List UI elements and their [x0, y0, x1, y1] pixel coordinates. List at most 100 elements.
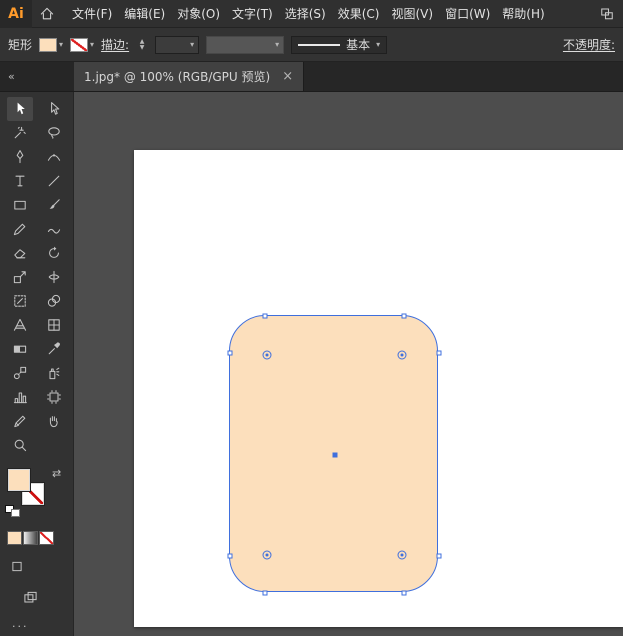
- opacity-label[interactable]: 不透明度:: [563, 36, 615, 53]
- perspective-grid-tool[interactable]: [7, 313, 33, 337]
- symbol-sprayer-tool[interactable]: [41, 361, 67, 385]
- zoom-tool[interactable]: [7, 433, 33, 457]
- shape-builder-tool[interactable]: [41, 289, 67, 313]
- fill-stroke-control: ⇄: [0, 467, 73, 519]
- anchor-point[interactable]: [401, 313, 407, 319]
- brush-definition-label: 基本: [346, 38, 371, 52]
- type-tool[interactable]: [7, 169, 33, 193]
- chevron-down-icon[interactable]: ▾: [90, 40, 94, 49]
- shaper-tool[interactable]: [41, 217, 67, 241]
- brush-definition-dropdown[interactable]: 基本 ▾: [291, 35, 388, 54]
- drawing-mode-button[interactable]: [9, 559, 73, 574]
- live-corner-widget[interactable]: [397, 350, 407, 360]
- fill-color-control[interactable]: ▾: [39, 37, 63, 52]
- shape-builder-tool-icon: [47, 294, 60, 307]
- fill-color-swatch[interactable]: [39, 37, 58, 52]
- screen-mode-icon: [24, 591, 37, 603]
- document-tab[interactable]: 1.jpg* @ 100% (RGB/GPU 预览) ×: [74, 62, 305, 91]
- anchor-point[interactable]: [227, 553, 233, 559]
- none-button[interactable]: [39, 531, 54, 545]
- rectangle-tool[interactable]: [7, 193, 33, 217]
- stroke-weight-stepper[interactable]: ▲ ▼: [136, 38, 148, 51]
- swap-fill-stroke-icon[interactable]: ⇄: [52, 467, 61, 480]
- collapse-panel-icon[interactable]: «: [0, 62, 74, 91]
- eyedropper-tool[interactable]: [41, 337, 67, 361]
- gradient-tool[interactable]: [7, 337, 33, 361]
- menu-item[interactable]: 文字(T): [226, 0, 279, 28]
- live-corner-widget[interactable]: [262, 350, 272, 360]
- stroke-weight-dropdown[interactable]: ▾: [155, 35, 200, 54]
- gradient-tool-icon: [13, 345, 26, 353]
- arrange-documents-icon[interactable]: [599, 6, 615, 21]
- rectangle-tool-icon: [13, 200, 26, 210]
- screen-mode-button[interactable]: [22, 590, 73, 606]
- selection-tool[interactable]: [6, 97, 33, 121]
- rotate-tool[interactable]: [41, 241, 67, 265]
- home-icon[interactable]: [32, 0, 62, 28]
- direct-selection-tool[interactable]: [41, 97, 67, 121]
- chevron-down-icon: ▾: [190, 40, 195, 49]
- menu-item[interactable]: 视图(V): [385, 0, 439, 28]
- stroke-weight-label[interactable]: 描边:: [101, 36, 129, 53]
- lasso-tool[interactable]: [41, 121, 67, 145]
- column-graph-tool[interactable]: [7, 385, 33, 409]
- tab-close-icon[interactable]: ×: [282, 69, 293, 84]
- menu-item[interactable]: 编辑(E): [118, 0, 171, 28]
- curvature-tool[interactable]: [41, 145, 67, 169]
- anchor-point[interactable]: [401, 590, 407, 596]
- menu-item[interactable]: 帮助(H): [496, 0, 550, 28]
- stroke-color-control[interactable]: ▾: [70, 37, 94, 52]
- magic-wand-tool-icon: [14, 126, 26, 139]
- arrange-documents-icon: [601, 8, 613, 20]
- free-transform-tool[interactable]: [7, 289, 33, 313]
- slice-tool[interactable]: [7, 409, 33, 433]
- chevron-down-icon[interactable]: ▾: [59, 40, 63, 49]
- gradient-button[interactable]: [23, 531, 38, 545]
- rounded-rectangle-shape[interactable]: [227, 313, 442, 596]
- width-profile-dropdown[interactable]: ▾: [206, 35, 285, 54]
- anchor-point[interactable]: [436, 350, 442, 356]
- color-button[interactable]: [7, 531, 22, 545]
- app-logo[interactable]: Ai: [0, 0, 32, 28]
- anchor-point[interactable]: [436, 553, 442, 559]
- menu-item[interactable]: 窗口(W): [439, 0, 496, 28]
- anchor-point[interactable]: [227, 350, 233, 356]
- fill-well[interactable]: [8, 469, 30, 491]
- center-anchor-point[interactable]: [332, 452, 337, 457]
- slice-tool-icon: [13, 415, 25, 428]
- line-segment-tool-icon: [48, 175, 59, 187]
- menu-item[interactable]: 对象(O): [171, 0, 226, 28]
- menu-bar: Ai 文件(F) 编辑(E) 对象(O) 文字(T) 选择(S) 效果(C) 视图(V) 窗口…: [0, 0, 623, 28]
- perspective-grid-tool-icon: [13, 318, 26, 331]
- width-tool[interactable]: [41, 265, 67, 289]
- live-corner-widget[interactable]: [397, 550, 407, 560]
- live-corner-widget[interactable]: [262, 550, 272, 560]
- shaper-tool-icon: [47, 228, 60, 234]
- pen-tool[interactable]: [7, 145, 33, 169]
- pencil-tool-icon: [13, 223, 25, 236]
- paintbrush-tool[interactable]: [41, 193, 67, 217]
- default-fill-stroke-icon[interactable]: [5, 505, 20, 517]
- stroke-color-swatch[interactable]: [70, 37, 89, 52]
- menu-item[interactable]: 文件(F): [66, 0, 118, 28]
- blend-tool[interactable]: [7, 361, 33, 385]
- magic-wand-tool[interactable]: [7, 121, 33, 145]
- line-segment-tool[interactable]: [41, 169, 67, 193]
- lasso-tool-icon: [47, 127, 60, 139]
- rotate-tool-icon: [48, 246, 59, 258]
- anchor-point[interactable]: [262, 313, 268, 319]
- scale-tool[interactable]: [7, 265, 33, 289]
- stepper-down-icon[interactable]: ▼: [136, 44, 148, 51]
- canvas[interactable]: [74, 92, 623, 636]
- eraser-tool[interactable]: [7, 241, 33, 265]
- artboard[interactable]: [134, 150, 623, 627]
- tool-grid: [0, 97, 73, 457]
- artboard-tool[interactable]: [41, 385, 67, 409]
- pencil-tool[interactable]: [7, 217, 33, 241]
- hand-tool[interactable]: [41, 409, 67, 433]
- edit-toolbar-button[interactable]: ···: [12, 620, 73, 633]
- menu-item[interactable]: 选择(S): [279, 0, 332, 28]
- mesh-tool[interactable]: [41, 313, 67, 337]
- anchor-point[interactable]: [262, 590, 268, 596]
- menu-item[interactable]: 效果(C): [332, 0, 386, 28]
